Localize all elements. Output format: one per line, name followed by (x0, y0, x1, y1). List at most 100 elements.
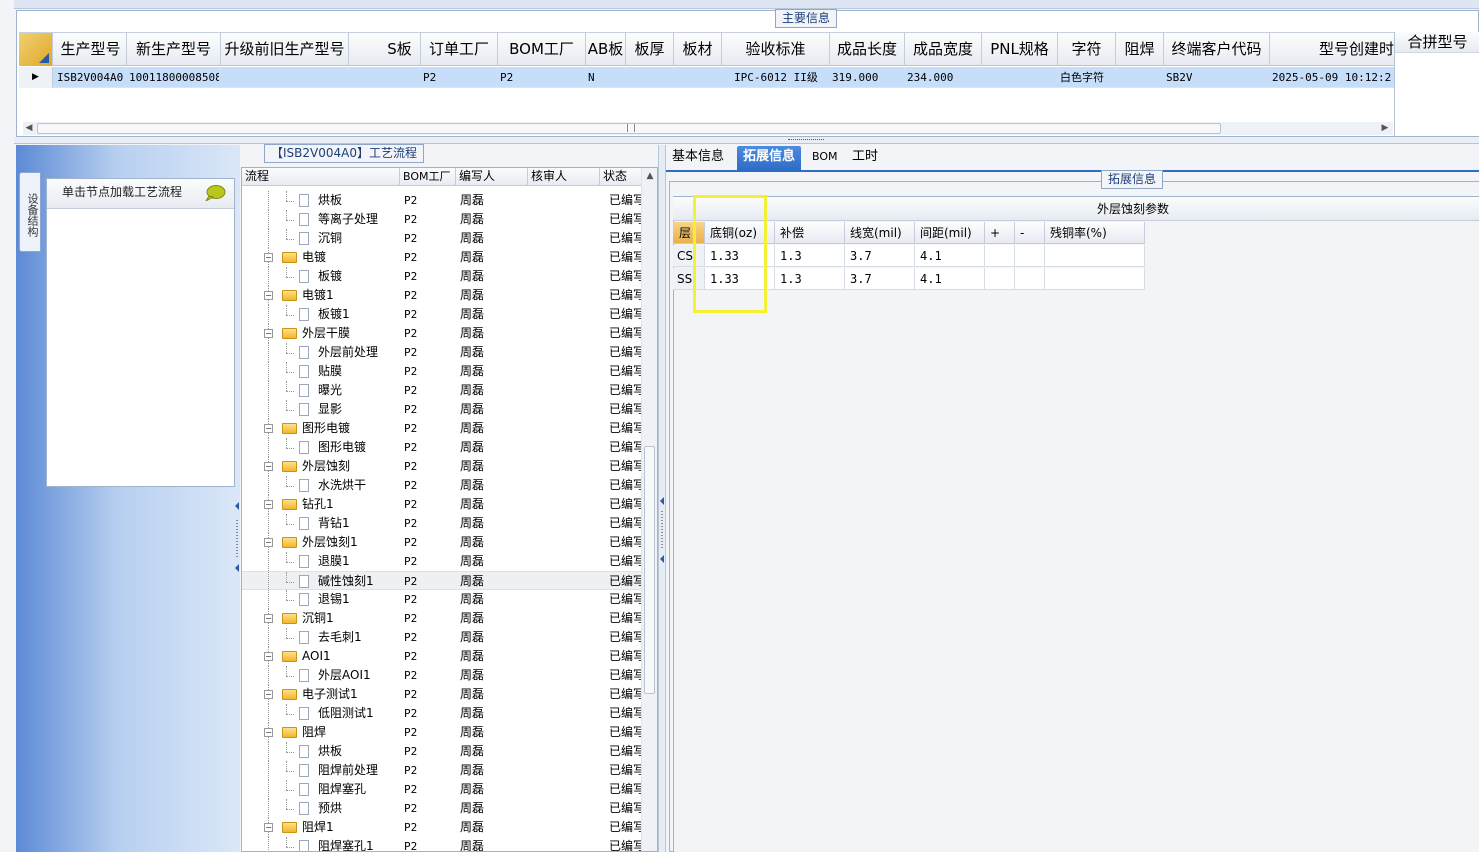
etch-cell[interactable] (1015, 268, 1045, 290)
tree-node[interactable]: 贴膜 P2 周磊 已编写 (242, 362, 643, 381)
etch-col-header[interactable]: + (985, 222, 1015, 244)
col-header[interactable]: 板厚 (626, 33, 674, 66)
collapse-toggle-icon[interactable]: − (264, 291, 273, 300)
tree-node[interactable]: 碱性蚀刻1 P2 周磊 已编写 (242, 571, 643, 591)
tree-node[interactable]: 曝光 P2 周磊 已编写 (242, 381, 643, 400)
tree-node[interactable]: − 图形电镀 P2 周磊 已编写 (242, 419, 643, 438)
col-header[interactable]: 终端客户代码 (1164, 33, 1270, 66)
process-load-header[interactable]: 单击节点加载工艺流程 (47, 179, 234, 209)
tab-bom[interactable]: BOM (806, 146, 844, 170)
tree-node[interactable]: − 阻焊1 P2 周磊 已编写 (242, 818, 643, 837)
tab-work-hours[interactable]: 工时 (846, 146, 884, 170)
tree-node[interactable]: 阻焊前处理 P2 周磊 已编写 (242, 761, 643, 780)
right-splitter[interactable] (658, 145, 666, 852)
tree-node[interactable]: 水洗烘干 P2 周磊 已编写 (242, 476, 643, 495)
etch-cell[interactable]: 1.3 (775, 268, 845, 290)
col-header[interactable]: 订单工厂 (421, 33, 498, 66)
tree-vscrollbar[interactable]: ▲ (641, 168, 657, 851)
etch-cell[interactable]: 4.1 (915, 268, 985, 290)
etch-col-header[interactable]: - (1015, 222, 1045, 244)
collapse-toggle-icon[interactable]: − (264, 538, 273, 547)
tree-node[interactable]: − AOI1 P2 周磊 已编写 (242, 647, 643, 666)
etch-cell[interactable] (1015, 245, 1045, 267)
main-grid-row[interactable]: ▶ ISB2V004A0 10011800008508 P2 P2 N IPC-6012 … (19, 67, 1394, 88)
cell[interactable] (1118, 67, 1162, 88)
tree-node[interactable]: − 外层蚀刻 P2 周磊 已编写 (242, 457, 643, 476)
collapse-toggle-icon[interactable]: − (264, 823, 273, 832)
col-header[interactable]: 新生产型号 (127, 33, 221, 66)
col-header[interactable]: 阻焊 (1116, 33, 1164, 66)
tree-node[interactable]: 烘板 P2 周磊 已编写 (242, 191, 643, 210)
tree-node[interactable]: 沉铜 P2 周磊 已编写 (242, 229, 643, 248)
tree-node[interactable]: 显影 P2 周磊 已编写 (242, 400, 643, 419)
cell[interactable]: 10011800008508 (129, 67, 219, 88)
tab-basic-info[interactable]: 基本信息 (666, 146, 730, 170)
scroll-up-icon[interactable]: ▲ (644, 170, 656, 183)
cell[interactable]: ISB2V004A0 (57, 67, 125, 88)
tree-node[interactable]: 板镀 P2 周磊 已编写 (242, 267, 643, 286)
tree-node[interactable]: − 沉铜1 P2 周磊 已编写 (242, 609, 643, 628)
collapse-toggle-icon[interactable]: − (264, 253, 273, 262)
col-header[interactable]: 型号创建时 (1270, 33, 1394, 66)
cell[interactable]: 234.000 (907, 67, 980, 88)
cell[interactable] (381, 67, 419, 88)
etch-cell[interactable] (1045, 245, 1145, 267)
collapse-toggle-icon[interactable]: − (264, 614, 273, 623)
col-header[interactable]: 字符 (1058, 33, 1116, 66)
tree-node[interactable]: − 外层蚀刻1 P2 周磊 已编写 (242, 533, 643, 552)
main-grid-hscrollbar[interactable]: ◀ ▶ (23, 122, 1393, 135)
tree-node[interactable]: − 电镀1 P2 周磊 已编写 (242, 286, 643, 305)
cell[interactable] (676, 67, 720, 88)
col-header[interactable]: S板 (379, 33, 421, 66)
etch-col-header[interactable]: 残铜率(%) (1045, 222, 1145, 244)
tree-node[interactable]: 退锡1 P2 周磊 已编写 (242, 590, 643, 609)
etch-cell[interactable]: 3.7 (845, 268, 915, 290)
tree-node[interactable]: 预烘 P2 周磊 已编写 (242, 799, 643, 818)
cell[interactable]: 319.000 (832, 67, 903, 88)
cell[interactable]: P2 (423, 67, 496, 88)
collapse-toggle-icon[interactable]: − (264, 652, 273, 661)
col-header[interactable]: BOM工厂 (498, 33, 586, 66)
tree-node[interactable]: − 钻孔1 P2 周磊 已编写 (242, 495, 643, 514)
etch-cell[interactable] (1045, 268, 1145, 290)
tree-node[interactable]: 去毛刺1 P2 周磊 已编写 (242, 628, 643, 647)
cell[interactable] (984, 67, 1056, 88)
tree-node[interactable]: 阻焊塞孔 P2 周磊 已编写 (242, 780, 643, 799)
cell[interactable]: 白色字符 (1060, 67, 1114, 88)
col-header[interactable]: 成品长度 (830, 33, 905, 66)
tree-node[interactable]: 外层AOI1 P2 周磊 已编写 (242, 666, 643, 685)
tree-node[interactable]: 等离子处理 P2 周磊 已编写 (242, 210, 643, 229)
cell[interactable] (628, 67, 672, 88)
tree-node[interactable]: 背钻1 P2 周磊 已编写 (242, 514, 643, 533)
tree-vscroll-thumb[interactable] (644, 446, 655, 694)
tree-node[interactable]: − 电镀 P2 周磊 已编写 (242, 248, 643, 267)
cell[interactable] (223, 67, 347, 88)
col-header[interactable]: 成品宽度 (905, 33, 982, 66)
tree-node[interactable]: 阻焊塞孔1 P2 周磊 已编写 (242, 837, 643, 851)
cell[interactable]: N (588, 67, 624, 88)
cell[interactable]: SB2V (1166, 67, 1268, 88)
grid-corner-icon[interactable] (19, 33, 53, 66)
etch-col-header[interactable]: 间距(mil) (915, 222, 985, 244)
tab-extended-info[interactable]: 拓展信息 (737, 146, 802, 170)
collapse-toggle-icon[interactable]: − (264, 500, 273, 509)
left-splitter[interactable] (234, 490, 240, 580)
collapse-toggle-icon[interactable]: − (264, 424, 273, 433)
col-header[interactable]: 验收标准 (722, 33, 830, 66)
horizontal-splitter[interactable] (14, 137, 1479, 144)
tree-node[interactable]: 图形电镀 P2 周磊 已编写 (242, 438, 643, 457)
tree-node[interactable]: − 外层干膜 P2 周磊 已编写 (242, 324, 643, 343)
cell[interactable]: IPC-6012 II级 (724, 67, 828, 88)
col-header[interactable]: AB板 (586, 33, 626, 66)
tree-node[interactable]: 烘板 P2 周磊 已编写 (242, 742, 643, 761)
etch-cell[interactable]: 1.3 (775, 245, 845, 267)
col-header[interactable]: 升级前旧生产型号 (221, 33, 349, 66)
etch-cell[interactable] (985, 268, 1015, 290)
etch-col-header[interactable]: 补偿 (775, 222, 845, 244)
collapse-toggle-icon[interactable]: − (264, 462, 273, 471)
cell[interactable]: P2 (500, 67, 584, 88)
tree-node[interactable]: − 阻焊 P2 周磊 已编写 (242, 723, 643, 742)
device-structure-tab[interactable]: 设备结构 (19, 172, 41, 252)
etch-cell[interactable]: 3.7 (845, 245, 915, 267)
tree-node[interactable]: 板镀1 P2 周磊 已编写 (242, 305, 643, 324)
